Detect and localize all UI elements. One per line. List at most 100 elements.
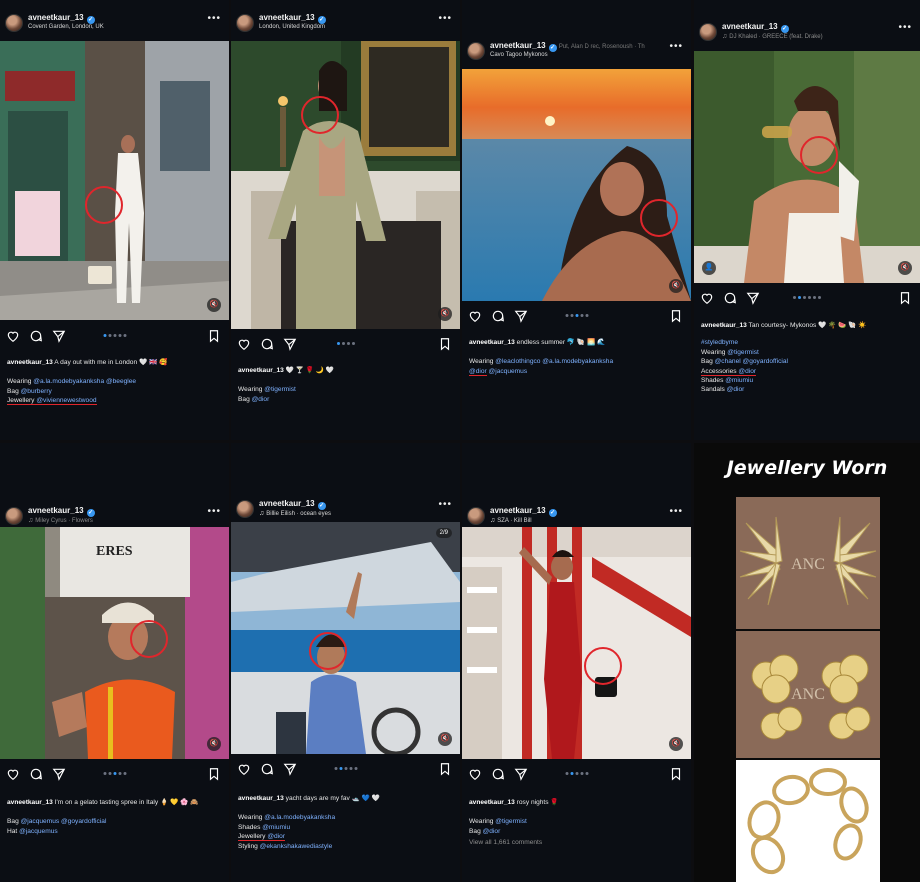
more-options-icon[interactable]: ••• [207,506,221,517]
brand-tag[interactable]: @jacquemus [19,828,58,835]
music-label[interactable]: ♫ SZA · Kill Bill [490,517,532,524]
brand-tag[interactable]: @chanel @goyardofficial [715,358,788,365]
save-bookmark-icon[interactable] [898,291,912,305]
save-bookmark-icon[interactable] [669,767,683,781]
avatar[interactable] [5,507,23,525]
mute-icon[interactable]: 🔇 [438,307,452,321]
post-photo[interactable]: ERES 🔇 [0,527,229,759]
post-photo[interactable]: 👤 🔇 [694,51,920,283]
share-send-icon[interactable] [52,329,66,343]
avatar[interactable] [467,42,485,60]
more-options-icon[interactable]: ••• [669,41,683,52]
music-label[interactable]: ♫ Billie Eilish · ocean eyes [259,510,331,517]
music-label[interactable]: Put, Alan D rec, Rosenoush · Th [559,44,645,50]
mute-icon[interactable]: 🔇 [669,279,683,293]
post-photo[interactable]: 🔇 [231,41,460,329]
share-send-icon[interactable] [514,309,528,323]
like-heart-icon[interactable] [237,337,251,351]
avatar[interactable] [236,500,254,518]
more-options-icon[interactable]: ••• [898,22,912,33]
brand-tag[interactable]: @dior [738,368,756,375]
share-send-icon[interactable] [283,337,297,351]
caption-username[interactable]: avneetkaur_13 [7,799,53,806]
share-send-icon[interactable] [52,767,66,781]
caption-username[interactable]: avneetkaur_13 [238,367,284,374]
comment-icon[interactable] [491,767,505,781]
post-photo[interactable]: 🔇 [462,527,691,759]
caption-username[interactable]: avneetkaur_13 [7,359,53,366]
caption-username[interactable]: avneetkaur_13 [238,795,284,802]
avatar[interactable] [236,14,254,32]
save-bookmark-icon[interactable] [669,309,683,323]
brand-tag[interactable]: @dior [267,833,285,840]
avatar[interactable] [5,14,23,32]
like-heart-icon[interactable] [700,291,714,305]
avatar[interactable] [467,507,485,525]
more-options-icon[interactable]: ••• [669,506,683,517]
brand-tag[interactable]: @ekankshakawediastyle [260,843,333,850]
post-photo[interactable]: 🔇 [462,69,691,301]
save-bookmark-icon[interactable] [438,337,452,351]
like-heart-icon[interactable] [468,309,482,323]
caption-username[interactable]: avneetkaur_13 [469,339,515,346]
username[interactable]: avneetkaur_13 ✓ Put, Alan D rec, Rosenous… [490,41,645,52]
username[interactable]: avneetkaur_13 ✓ [28,506,95,517]
comment-icon[interactable] [723,291,737,305]
save-bookmark-icon[interactable] [207,329,221,343]
mute-icon[interactable]: 🔇 [438,732,452,746]
comment-icon[interactable] [29,767,43,781]
mute-icon[interactable]: 🔇 [207,298,221,312]
view-comments-link[interactable]: View all 1,661 comments [469,838,685,847]
brand-tag[interactable]: @viviennewestwood [36,397,96,404]
hashtag[interactable]: #styledbyme [701,339,738,346]
mute-icon[interactable]: 🔇 [207,737,221,751]
more-options-icon[interactable]: ••• [438,13,452,24]
brand-tag[interactable]: @miumiu [725,377,753,384]
share-send-icon[interactable] [514,767,528,781]
comment-icon[interactable] [260,762,274,776]
avatar[interactable] [699,23,717,41]
more-options-icon[interactable]: ••• [207,13,221,24]
location-label[interactable]: Covent Garden, London, UK [28,24,104,30]
brand-tag[interactable]: @dior [727,386,745,393]
brand-tag[interactable]: @dior [483,828,501,835]
username[interactable]: avneetkaur_13 ✓ [722,22,789,33]
brand-tag[interactable]: @jacquemus @goyardofficial [21,818,107,825]
save-bookmark-icon[interactable] [438,762,452,776]
more-options-icon[interactable]: ••• [438,499,452,510]
brand-tag[interactable]: @a.la.modebyakanksha @beeglee [33,378,136,385]
brand-tag[interactable]: @burberry [21,388,52,395]
post-photo[interactable]: 2/9 🔇 [231,522,460,754]
mute-icon[interactable]: 🔇 [898,261,912,275]
save-bookmark-icon[interactable] [207,767,221,781]
comment-icon[interactable] [491,309,505,323]
brand-tag[interactable]: @miumiu [262,824,290,831]
location-label[interactable]: Cavo Tagoo Mykonos [490,52,548,58]
brand-tag[interactable]: @leaclothingco @a.la.modebyakanksha [495,358,613,365]
music-label[interactable]: ♫ Miley Cyrus · Flowers [28,517,93,524]
comment-icon[interactable] [29,329,43,343]
username[interactable]: avneetkaur_13 ✓ [490,506,557,517]
share-send-icon[interactable] [283,762,297,776]
like-heart-icon[interactable] [6,767,20,781]
music-label[interactable]: ♫ DJ Khaled · GREECE (feat. Drake) [722,33,823,40]
brand-tag[interactable]: @tigermist [727,349,759,356]
username[interactable]: avneetkaur_13 ✓ [28,13,95,24]
username[interactable]: avneetkaur_13 ✓ [259,13,326,24]
caption-username[interactable]: avneetkaur_13 [701,322,747,329]
comment-icon[interactable] [260,337,274,351]
brand-tag[interactable]: @dior [469,368,487,375]
username[interactable]: avneetkaur_13 ✓ [259,499,326,510]
caption-username[interactable]: avneetkaur_13 [469,799,515,806]
brand-tag[interactable]: @a.la.modebyakanksha [264,814,335,821]
brand-tag[interactable]: @dior [252,396,270,403]
user-tag-icon[interactable]: 👤 [702,261,716,275]
share-send-icon[interactable] [746,291,760,305]
brand-tag[interactable]: @tigermist [495,818,527,825]
brand-tag[interactable]: @jacquemus [487,368,528,375]
mute-icon[interactable]: 🔇 [669,737,683,751]
brand-tag[interactable]: @tigermist [264,386,296,393]
like-heart-icon[interactable] [468,767,482,781]
location-label[interactable]: London, United Kingdom [259,24,325,30]
post-photo[interactable]: 🔇 [0,41,229,320]
